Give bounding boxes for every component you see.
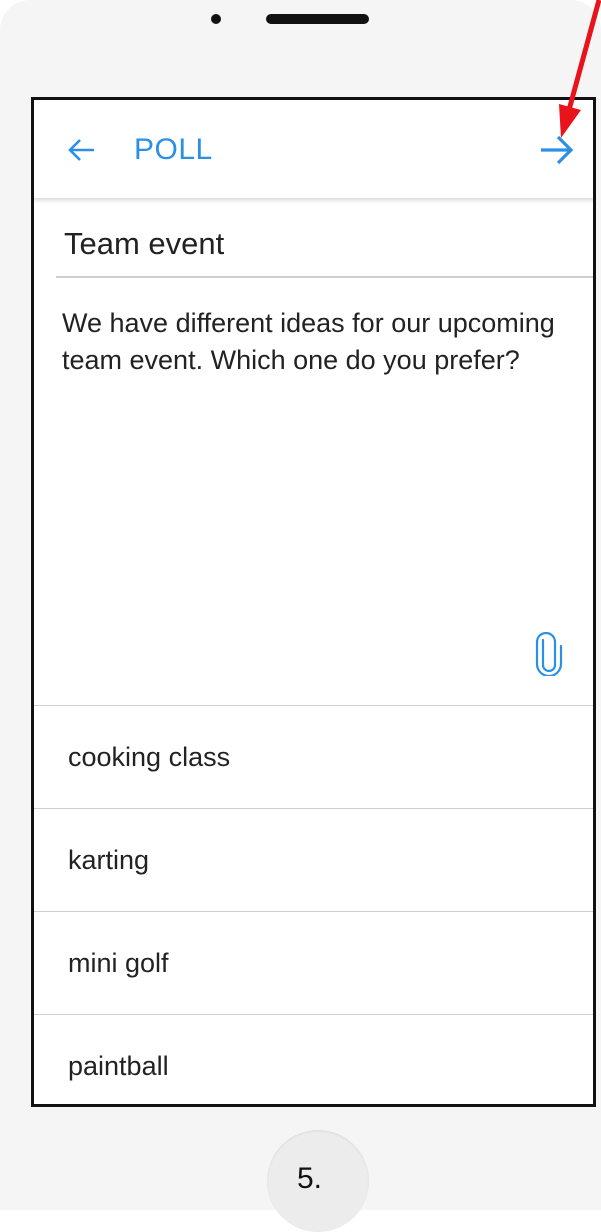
front-camera bbox=[211, 14, 221, 24]
poll-title-field[interactable]: Team event bbox=[64, 226, 224, 262]
back-button[interactable] bbox=[66, 130, 96, 170]
poll-description-field[interactable]: We have different ideas for our upcoming… bbox=[62, 305, 593, 379]
poll-option[interactable]: mini golf bbox=[34, 911, 593, 1014]
page-title: POLL bbox=[134, 133, 213, 166]
poll-option[interactable]: cooking class bbox=[34, 705, 593, 808]
poll-option[interactable]: paintball bbox=[34, 1014, 593, 1104]
step-number-label: 5. bbox=[297, 1162, 323, 1195]
arrow-left-icon bbox=[68, 139, 94, 161]
option-label: cooking class bbox=[68, 742, 231, 772]
red-pointer-arrow-icon bbox=[559, 0, 601, 138]
title-underline bbox=[56, 276, 593, 278]
option-label: karting bbox=[68, 845, 150, 875]
phone-frame: POLL Team event We have different ideas … bbox=[0, 0, 601, 1232]
paperclip-icon bbox=[535, 631, 563, 678]
earpiece-speaker bbox=[266, 14, 369, 24]
app-screen: POLL Team event We have different ideas … bbox=[31, 97, 596, 1107]
attachment-button[interactable] bbox=[534, 631, 564, 678]
poll-options-list: cooking class karting mini golf paintbal… bbox=[34, 705, 593, 1104]
option-label: paintball bbox=[68, 1051, 169, 1081]
poll-option[interactable]: karting bbox=[34, 808, 593, 911]
option-label: mini golf bbox=[68, 948, 169, 978]
app-bar: POLL bbox=[34, 100, 593, 199]
